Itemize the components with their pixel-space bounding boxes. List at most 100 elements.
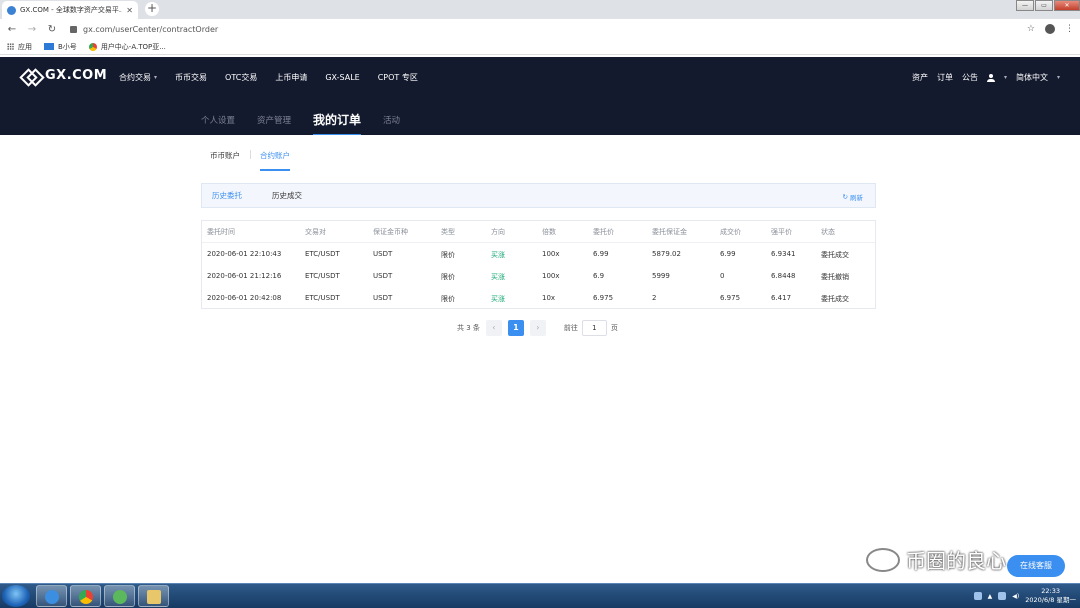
nav-gx-sale[interactable]: GX-SALE bbox=[325, 72, 359, 83]
watermark-text: 币圈的良心 bbox=[906, 549, 1006, 573]
tab-contract-account[interactable]: 合约账户 bbox=[260, 150, 290, 171]
bookmark-label: 应用 bbox=[18, 42, 32, 51]
refresh-button[interactable]: ↻ 刷新 bbox=[843, 192, 863, 202]
table-row: 2020-06-01 21:12:16 ETC/USDT USDT 限价 买涨 … bbox=[202, 265, 875, 287]
tab-close-icon[interactable]: ✕ bbox=[126, 6, 133, 15]
nav-label: CPOT 专区 bbox=[377, 73, 418, 82]
column-header: 保证金币种 bbox=[373, 228, 408, 236]
language-selector[interactable]: 简体中文 bbox=[1016, 72, 1048, 83]
taskbar-wechat[interactable] bbox=[104, 585, 135, 607]
table-header: 委托时间 交易对 保证金币种 类型 方向 倍数 委托价 委托保证金 成交价 强平… bbox=[202, 221, 875, 243]
leverage: 10x bbox=[542, 294, 556, 302]
page-1-button[interactable]: 1 bbox=[507, 320, 524, 336]
bookmark-apps[interactable]: 应用 bbox=[7, 42, 32, 52]
goto-page-input[interactable]: 1 bbox=[581, 320, 607, 336]
bookmark-b[interactable]: B小号 bbox=[44, 42, 77, 52]
tab-spot-account[interactable]: 币币账户 bbox=[210, 150, 240, 161]
site-favicon-icon bbox=[88, 42, 97, 51]
nav-label: 上币申请 bbox=[275, 73, 308, 82]
order-status: 委托成交 bbox=[821, 251, 849, 259]
wechat-icon bbox=[113, 590, 127, 604]
system-clock[interactable]: 22:33 2020/6/8 星期一 bbox=[1025, 587, 1076, 605]
subnav-activities[interactable]: 活动 bbox=[383, 114, 400, 136]
leverage: 100x bbox=[542, 272, 560, 280]
assets-link[interactable]: 资产 bbox=[912, 72, 928, 83]
bookmarks-bar: 应用 B小号 用户中心-A.TOP亚... bbox=[0, 39, 1080, 55]
order-type: 限价 bbox=[441, 251, 455, 259]
network-icon[interactable] bbox=[998, 592, 1007, 600]
subnav-my-orders[interactable]: 我的订单 bbox=[313, 111, 362, 136]
column-header: 交易对 bbox=[305, 228, 326, 236]
prev-page-button[interactable]: ‹ bbox=[485, 320, 502, 336]
bookmark-label: 用户中心-A.TOP亚... bbox=[100, 42, 166, 51]
nav-cpot-zone[interactable]: CPOT 专区 bbox=[378, 72, 418, 83]
minimize-button[interactable]: — bbox=[1016, 0, 1034, 11]
chevron-down-icon[interactable]: ▾ bbox=[1057, 74, 1060, 81]
tab-history-trades[interactable]: 历史成交 bbox=[272, 190, 302, 201]
browser-tab[interactable]: GX.COM - 全球数字资产交易平... ✕ bbox=[2, 1, 138, 19]
profile-avatar-icon[interactable] bbox=[1045, 24, 1055, 34]
order-price: 6.9 bbox=[593, 272, 605, 280]
window-controls: — ▭ ✕ bbox=[1015, 0, 1080, 11]
taskbar-explorer[interactable] bbox=[138, 585, 169, 607]
chrome-icon bbox=[79, 590, 93, 604]
tray-expand-icon[interactable]: ▲ bbox=[988, 593, 993, 600]
bookmark-star-icon[interactable]: ☆ bbox=[1027, 24, 1035, 34]
order-filter-bar: 历史委托 历史成交 ↻ 刷新 bbox=[201, 183, 876, 208]
trading-pair: ETC/USDT bbox=[305, 294, 340, 302]
tray-app-icon[interactable] bbox=[973, 592, 982, 600]
nav-contract-trading[interactable]: 合约交易 ▾ bbox=[119, 72, 157, 83]
table-row: 2020-06-01 20:42:08 ETC/USDT USDT 限价 买涨 … bbox=[202, 287, 875, 309]
notice-link[interactable]: 公告 bbox=[962, 72, 978, 83]
tab-title: GX.COM - 全球数字资产交易平... bbox=[20, 6, 123, 14]
user-icon[interactable] bbox=[986, 73, 995, 82]
subnav-personal-settings[interactable]: 个人设置 bbox=[201, 114, 235, 136]
folder-icon bbox=[147, 590, 161, 604]
nav-spot-trading[interactable]: 币币交易 bbox=[175, 72, 207, 83]
site-favicon-icon bbox=[7, 5, 16, 15]
order-margin: 5999 bbox=[652, 272, 670, 280]
order-time: 2020-06-01 21:12:16 bbox=[207, 272, 282, 280]
order-status: 委托成交 bbox=[821, 295, 849, 303]
subnav-asset-management[interactable]: 资产管理 bbox=[257, 114, 291, 136]
column-header: 委托保证金 bbox=[652, 228, 687, 236]
bookmark-user-center[interactable]: 用户中心-A.TOP亚... bbox=[88, 42, 166, 52]
order-type: 限价 bbox=[441, 295, 455, 303]
orders-link[interactable]: 订单 bbox=[937, 72, 953, 83]
browser-toolbar: ← → ↻ gx.com/userCenter/contractOrder ☆ … bbox=[0, 19, 1080, 39]
column-header: 委托价 bbox=[593, 228, 614, 236]
online-chat-button[interactable]: 在线客服 bbox=[1007, 555, 1065, 577]
nav-label: GX-SALE bbox=[325, 73, 360, 82]
menu-dots-icon[interactable]: ⋮ bbox=[1065, 24, 1074, 34]
apps-grid-icon bbox=[7, 43, 14, 50]
taskbar-chrome[interactable] bbox=[70, 585, 101, 607]
clock-time: 22:33 bbox=[1041, 587, 1060, 595]
volume-icon[interactable]: ◀) bbox=[1012, 593, 1019, 600]
liquidation-price: 6.9341 bbox=[771, 250, 796, 258]
nav-otc[interactable]: OTC交易 bbox=[225, 72, 257, 83]
column-header: 状态 bbox=[821, 228, 835, 236]
start-button[interactable] bbox=[2, 585, 30, 607]
bookmark-label: B小号 bbox=[58, 42, 77, 51]
chevron-down-icon[interactable]: ▾ bbox=[1004, 74, 1007, 81]
close-window-button[interactable]: ✕ bbox=[1054, 0, 1080, 11]
taskbar-app[interactable] bbox=[36, 585, 67, 607]
fill-price: 6.975 bbox=[720, 294, 741, 302]
order-time: 2020-06-01 22:10:43 bbox=[207, 250, 282, 258]
forward-arrow-icon[interactable]: → bbox=[26, 24, 38, 35]
nav-listing-application[interactable]: 上币申请 bbox=[275, 72, 307, 83]
header-right: 资产 订单 公告 ▾ 简体中文 ▾ bbox=[912, 72, 1060, 83]
tab-history-orders[interactable]: 历史委托 bbox=[212, 190, 242, 201]
address-bar[interactable]: gx.com/userCenter/contractOrder bbox=[70, 25, 1019, 34]
gx-logo[interactable]: GX.COM bbox=[22, 68, 107, 83]
nav-label: 币币交易 bbox=[175, 73, 208, 82]
lock-icon bbox=[70, 25, 77, 33]
margin-currency: USDT bbox=[373, 272, 393, 280]
maximize-button[interactable]: ▭ bbox=[1035, 0, 1053, 11]
wechat-icon bbox=[866, 547, 900, 572]
page-unit-label: 页 bbox=[610, 324, 618, 332]
back-arrow-icon[interactable]: ← bbox=[6, 24, 18, 35]
new-tab-button[interactable]: + bbox=[145, 2, 159, 16]
reload-icon[interactable]: ↻ bbox=[46, 24, 58, 35]
next-page-button[interactable]: › bbox=[529, 320, 546, 336]
